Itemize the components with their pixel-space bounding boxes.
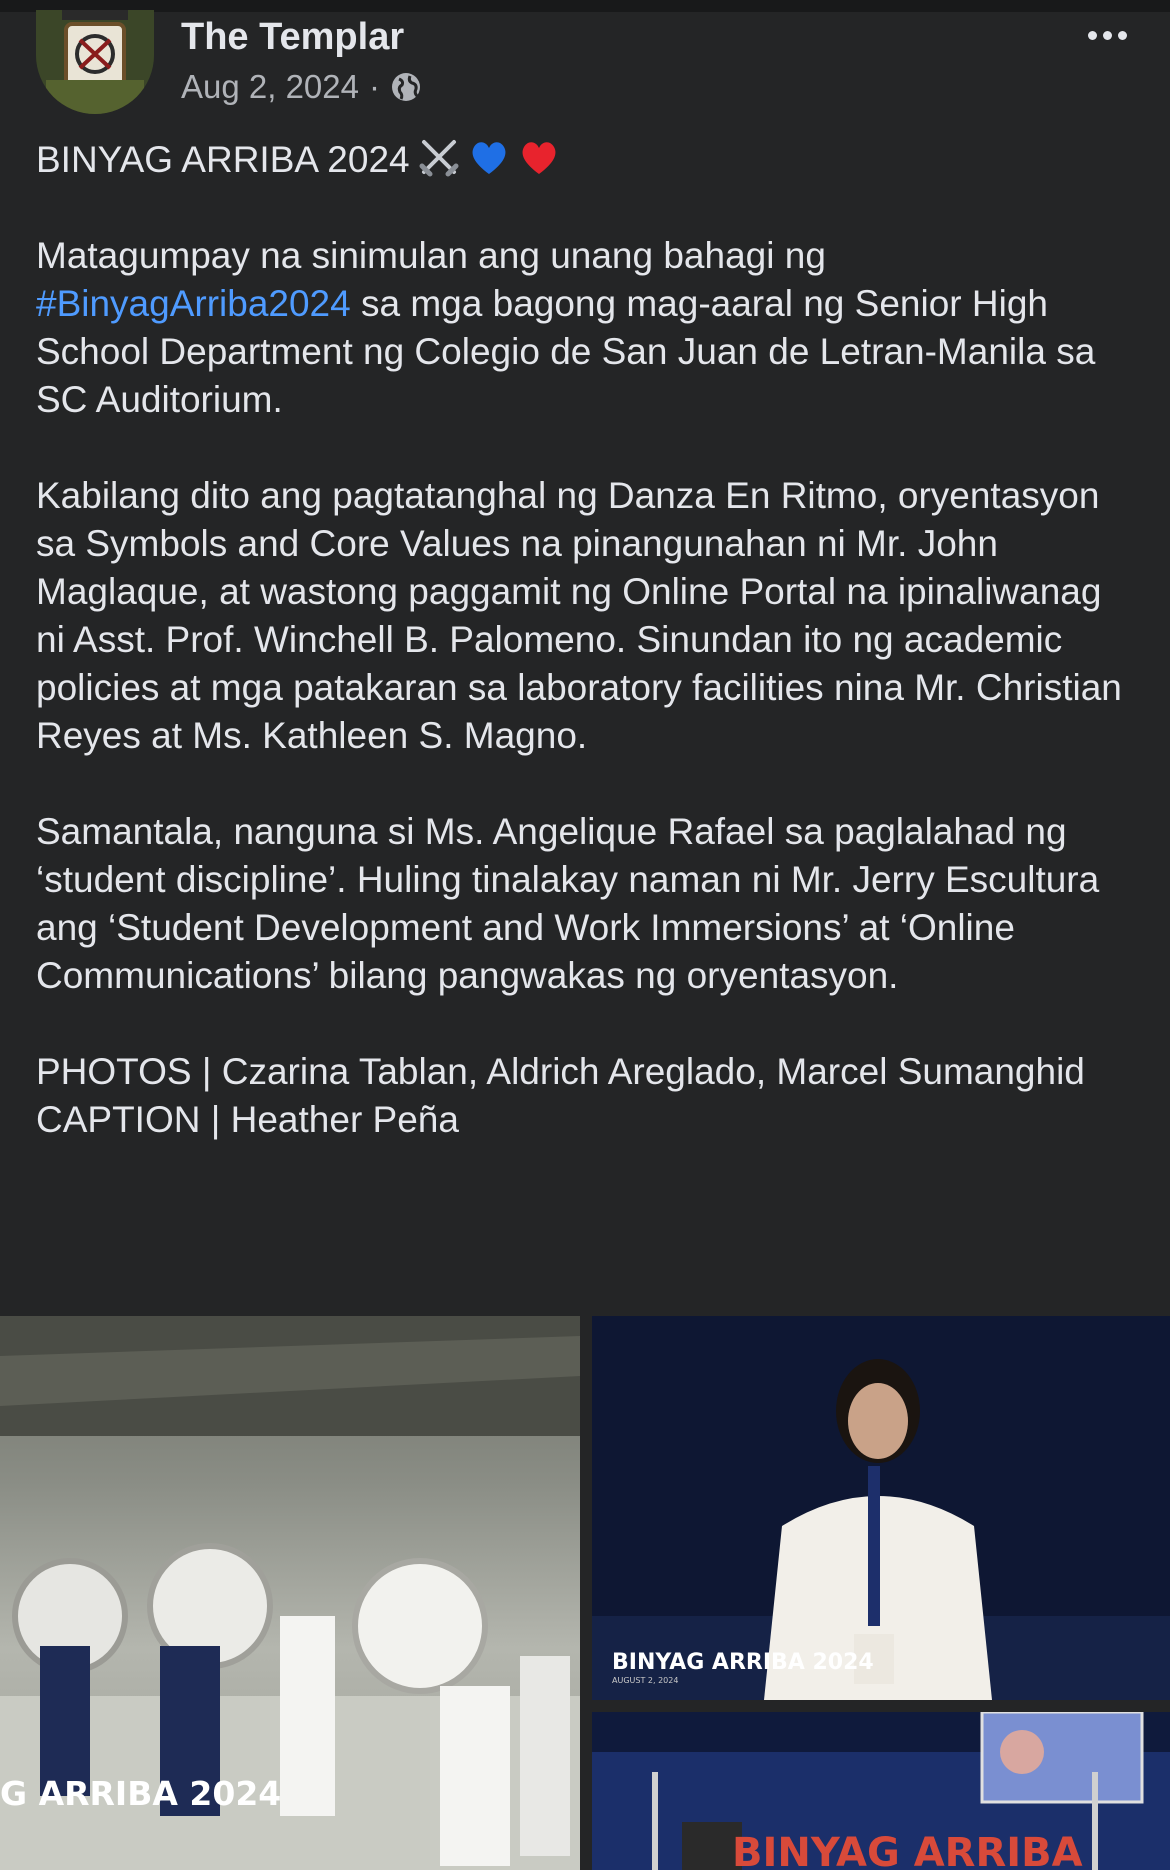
post-header: The Templar Aug 2, 2024 ·: [36, 10, 1136, 120]
post-photo-speaker[interactable]: BINYAG ARRIBA 2024 AUGUST 2, 2024: [592, 1316, 1170, 1700]
hashtag-link[interactable]: #BinyagArriba2024: [36, 283, 351, 324]
photo-3-caption: BINYAG ARRIBA: [732, 1830, 1083, 1870]
red-heart-icon: [518, 136, 560, 178]
paragraph-2: Kabilang dito ang pagtatanghal ng Danza …: [36, 475, 1133, 756]
photo-2-caption: BINYAG ARRIBA 2024: [612, 1650, 874, 1675]
more-options-icon[interactable]: [1080, 20, 1134, 50]
page-avatar[interactable]: [36, 10, 154, 114]
post-text: BINYAG ARRIBA 2024 Matagumpay na sinimul…: [36, 136, 1136, 1144]
caption-credits: CAPTION | Heather Peña: [36, 1099, 459, 1140]
blue-heart-icon: [468, 136, 510, 178]
paragraph-1-start: Matagumpay na sinimulan ang unang bahagi…: [36, 235, 826, 276]
page-name[interactable]: The Templar: [181, 16, 404, 59]
globe-icon[interactable]: [390, 71, 422, 103]
meta-separator: ·: [369, 68, 380, 105]
photo-credits: PHOTOS | Czarina Tablan, Aldrich Areglad…: [36, 1051, 1085, 1092]
post-meta: Aug 2, 2024 ·: [181, 68, 422, 106]
post-date[interactable]: Aug 2, 2024: [181, 68, 359, 106]
photo-1-caption: G ARRIBA 2024: [0, 1774, 282, 1813]
crossed-swords-icon: [418, 136, 460, 178]
paragraph-3: Samantala, nanguna si Ms. Angelique Rafa…: [36, 811, 1110, 996]
post-title: BINYAG ARRIBA 2024: [36, 139, 410, 180]
post-photo-drumline[interactable]: G ARRIBA 2024: [0, 1316, 580, 1870]
post-photo-auditorium[interactable]: BINYAG ARRIBA: [592, 1712, 1170, 1870]
photo-2-subcaption: AUGUST 2, 2024: [612, 1676, 679, 1685]
